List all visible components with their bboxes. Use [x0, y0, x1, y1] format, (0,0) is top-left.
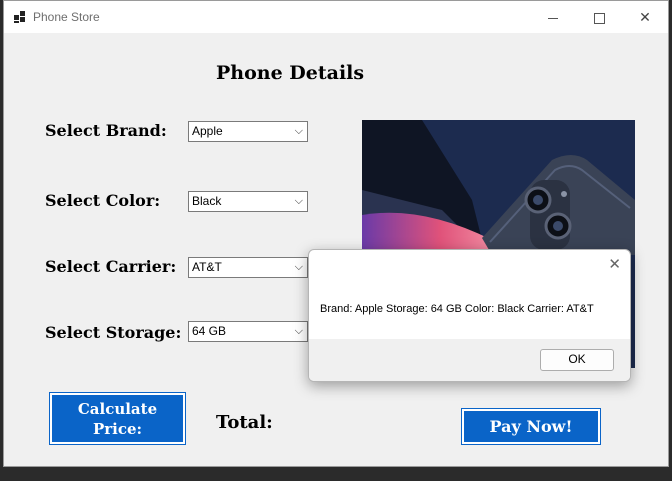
calculate-price-button[interactable]: Calculate Price: — [49, 392, 186, 445]
color-label: Select Color: — [45, 191, 161, 210]
color-select[interactable]: Black ⌵ — [188, 191, 308, 212]
chevron-down-icon: ⌵ — [294, 261, 303, 273]
close-button[interactable]: ✕ — [622, 1, 668, 33]
chevron-down-icon: ⌵ — [294, 325, 303, 337]
close-icon: ✕ — [639, 9, 651, 25]
dialog-message: Brand: Apple Storage: 64 GB Color: Black… — [320, 303, 594, 315]
color-select-value: Black — [192, 194, 222, 208]
chevron-down-icon: ⌵ — [294, 195, 303, 207]
carrier-label: Select Carrier: — [45, 257, 177, 276]
ok-button[interactable]: OK — [540, 349, 614, 371]
brand-select-value: Apple — [192, 124, 223, 138]
carrier-select[interactable]: AT&T ⌵ — [188, 257, 308, 278]
brand-select[interactable]: Apple ⌵ — [188, 121, 308, 142]
storage-label: Select Storage: — [45, 323, 182, 342]
window-title: Phone Store — [33, 10, 100, 24]
message-dialog: ✕ Brand: Apple Storage: 64 GB Color: Bla… — [308, 249, 631, 382]
page-title: Phone Details — [216, 62, 365, 84]
minimize-icon — [548, 17, 558, 19]
title-bar[interactable]: Phone Store ✕ — [4, 1, 668, 33]
total-label: Total: — [216, 412, 273, 433]
maximize-icon — [593, 12, 605, 24]
maximize-button[interactable] — [576, 1, 622, 33]
app-icon — [14, 11, 26, 23]
close-icon[interactable]: ✕ — [608, 255, 621, 273]
brand-label: Select Brand: — [45, 121, 167, 140]
carrier-select-value: AT&T — [192, 260, 222, 274]
storage-select-value: 64 GB — [192, 324, 227, 338]
chevron-down-icon: ⌵ — [294, 125, 303, 137]
minimize-button[interactable] — [530, 1, 576, 33]
dialog-footer: OK — [309, 339, 630, 381]
storage-select[interactable]: 64 GB ⌵ — [188, 321, 308, 342]
pay-now-button[interactable]: Pay Now! — [461, 408, 601, 445]
